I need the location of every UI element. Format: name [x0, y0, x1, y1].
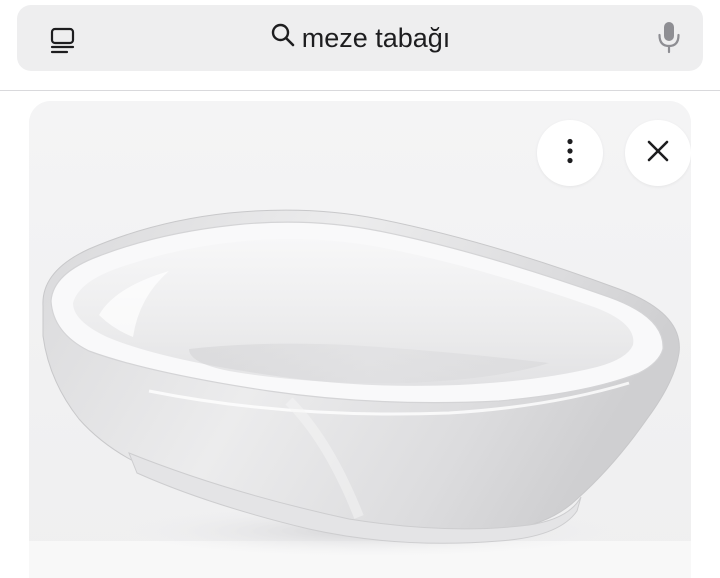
- search-icon: [270, 22, 296, 55]
- more-vertical-icon: [566, 138, 574, 169]
- tabs-icon: [48, 26, 78, 61]
- divider: [0, 90, 720, 91]
- image-preview-card: [29, 101, 691, 578]
- close-button[interactable]: [625, 120, 691, 186]
- tabs-button[interactable]: [41, 21, 85, 65]
- top-bar: meze tabağı: [0, 0, 720, 90]
- search-bar[interactable]: meze tabağı: [17, 5, 703, 71]
- close-icon: [647, 140, 669, 167]
- voice-search-button[interactable]: [651, 21, 687, 57]
- more-options-button[interactable]: [537, 120, 603, 186]
- search-query[interactable]: meze tabağı: [270, 22, 451, 55]
- search-query-text: meze tabağı: [301, 22, 451, 53]
- microphone-icon: [656, 20, 682, 59]
